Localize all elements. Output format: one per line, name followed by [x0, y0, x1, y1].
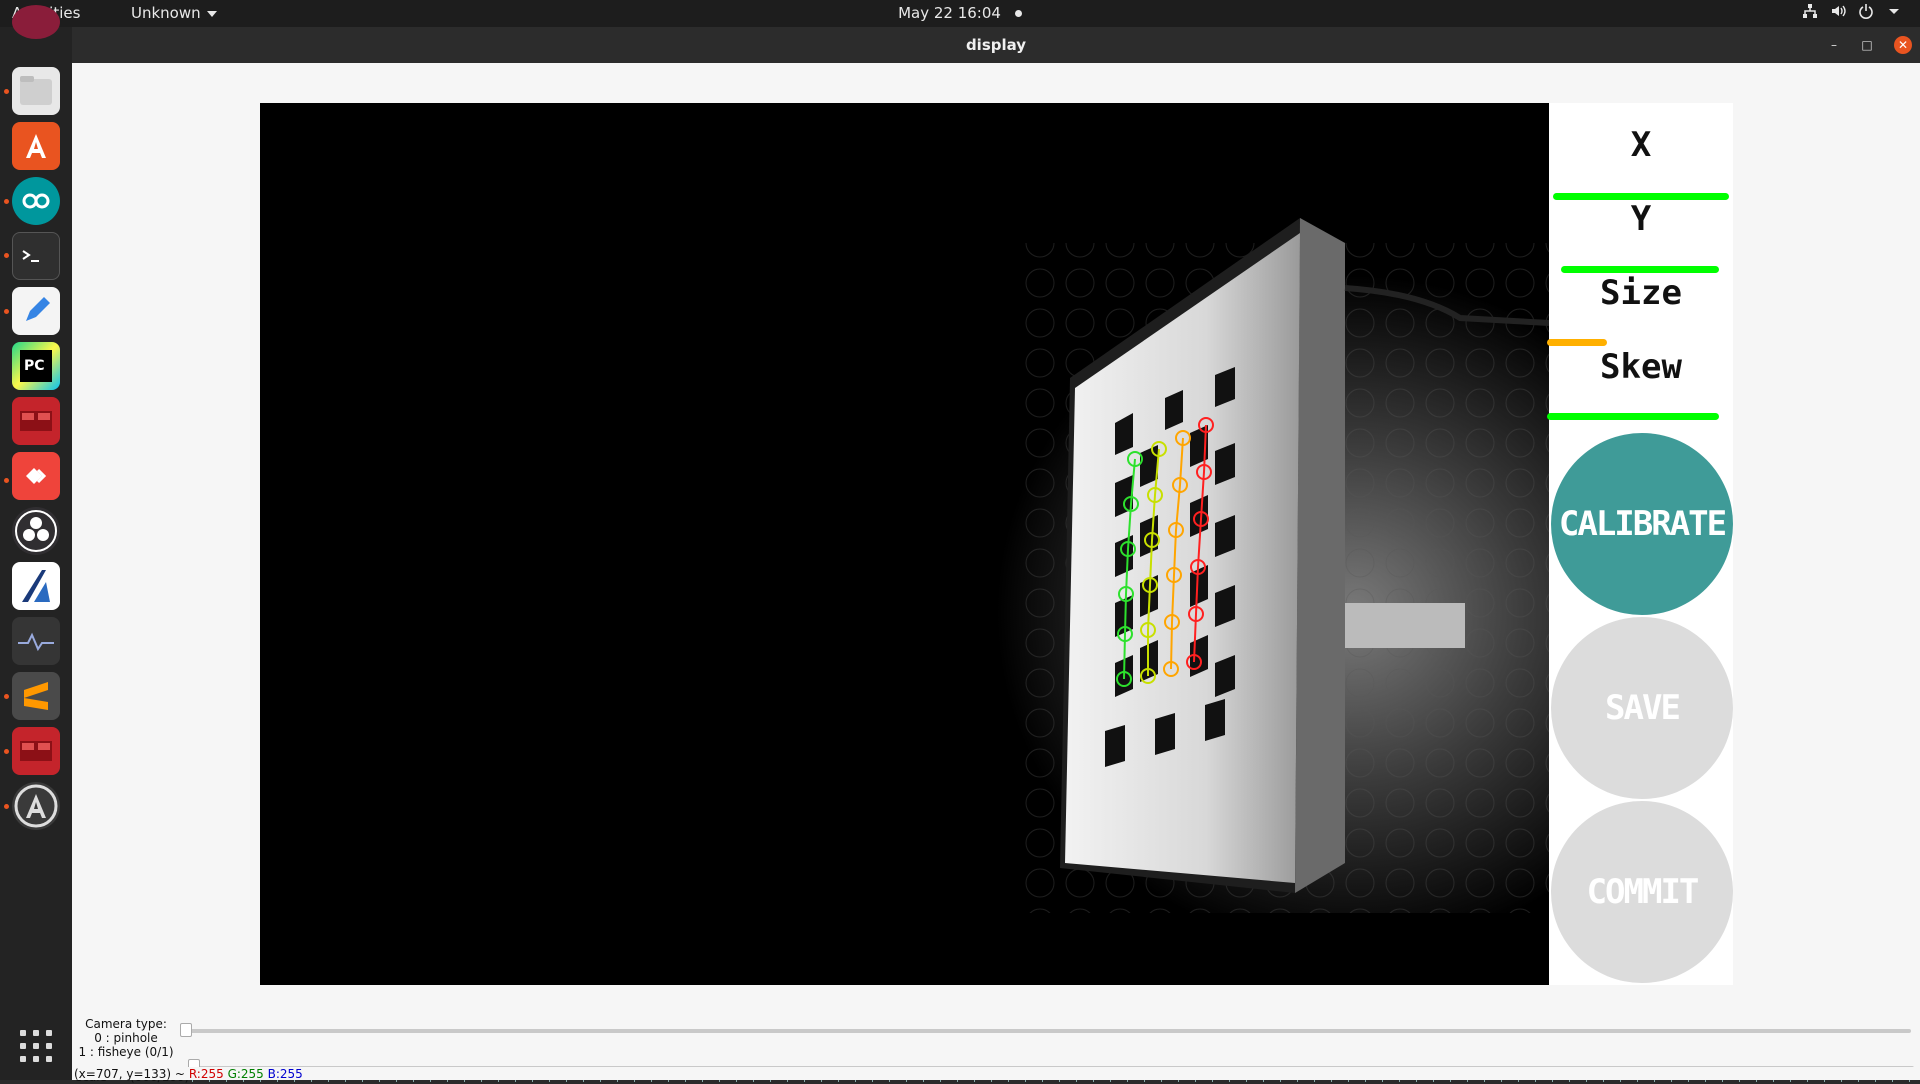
pixel-blue-value: B:255 — [267, 1067, 303, 1081]
running-indicator — [4, 804, 9, 809]
text-editor-icon[interactable] — [12, 287, 60, 335]
system-tray[interactable] — [1802, 3, 1902, 19]
calibration-panel: X Y Size Skew CALIBRATE SAVE COMMIT — [1547, 103, 1733, 985]
camera-type-label: Camera type: 0 : pinhole 1 : fisheye (0/… — [76, 1017, 176, 1059]
camera-type-option-0: 0 : pinhole — [94, 1031, 158, 1045]
size-progress-bar — [1547, 339, 1607, 346]
maximize-icon[interactable]: □ — [1858, 36, 1876, 54]
camera-view[interactable] — [260, 103, 1549, 985]
status-bar: (x=707, y=133) ~ R:255 G:255 B:255 — [72, 1067, 1920, 1081]
files-icon[interactable] — [12, 67, 60, 115]
svg-text:PC: PC — [24, 358, 45, 374]
volume-icon[interactable] — [1830, 3, 1846, 19]
power-icon[interactable] — [1858, 3, 1874, 19]
network-icon[interactable] — [1802, 3, 1818, 19]
updater-icon[interactable] — [12, 782, 60, 830]
terminal-icon[interactable] — [12, 232, 60, 280]
close-icon[interactable]: ✕ — [1894, 36, 1912, 54]
running-indicator — [4, 694, 9, 699]
chevron-down-icon[interactable] — [1886, 3, 1902, 19]
camera-type-slider-handle[interactable] — [180, 1023, 192, 1037]
pixel-red-value: R:255 — [188, 1067, 224, 1081]
camera-type-option-1: 1 : fisheye (0/1) — [78, 1045, 174, 1059]
minimize-icon[interactable]: – — [1825, 36, 1843, 54]
title-bar[interactable]: display – □ ✕ — [72, 27, 1920, 63]
trackbar-area: Camera type: 0 : pinhole 1 : fisheye (0/… — [72, 985, 1920, 1084]
camera-type-track[interactable] — [186, 1029, 1911, 1033]
running-indicator — [4, 749, 9, 754]
window-title: display — [965, 36, 1027, 54]
obs-icon[interactable] — [12, 507, 60, 555]
show-apps-icon[interactable] — [20, 1030, 52, 1062]
cursor-coords: (x=707, y=133) ~ — [74, 1067, 185, 1081]
notification-dot-icon — [1014, 10, 1022, 17]
running-indicator — [4, 253, 9, 258]
software-store-icon[interactable] — [12, 122, 60, 170]
commit-button[interactable]: COMMIT — [1551, 801, 1733, 983]
anydesk-icon[interactable] — [12, 452, 60, 500]
skew-progress-bar — [1547, 413, 1719, 420]
dock: PC — [0, 5, 72, 1080]
y-label: Y — [1630, 199, 1652, 239]
calibrate-button[interactable]: CALIBRATE — [1551, 433, 1733, 615]
arduino-icon[interactable] — [12, 177, 60, 225]
running-indicator — [4, 309, 9, 314]
app-red-2-icon[interactable] — [12, 727, 60, 775]
app-blue-icon[interactable] — [12, 562, 60, 610]
running-indicator — [4, 199, 9, 204]
app-partial-icon[interactable] — [12, 5, 60, 39]
save-button[interactable]: SAVE — [1551, 617, 1733, 799]
camera-type-title: Camera type: — [85, 1017, 167, 1031]
system-monitor-icon[interactable] — [12, 617, 60, 665]
top-bar: Activities Unknown May 22 16:04 — [0, 0, 1920, 27]
y-progress-bar — [1561, 266, 1719, 273]
x-label: X — [1630, 125, 1652, 165]
size-label: Size — [1600, 273, 1682, 313]
running-indicator — [4, 478, 9, 483]
clock[interactable]: May 22 16:04 — [0, 4, 1920, 22]
app-red-icon[interactable] — [12, 397, 60, 445]
sublime-icon[interactable] — [12, 672, 60, 720]
pycharm-icon[interactable]: PC — [12, 342, 60, 390]
skew-label: Skew — [1600, 347, 1682, 387]
pixel-green-value: G:255 — [227, 1067, 264, 1081]
display-window: display – □ ✕ X Y Size Skew CALIBRATE SA… — [72, 27, 1920, 1084]
clock-text: May 22 16:04 — [898, 4, 1001, 22]
running-indicator — [4, 89, 9, 94]
